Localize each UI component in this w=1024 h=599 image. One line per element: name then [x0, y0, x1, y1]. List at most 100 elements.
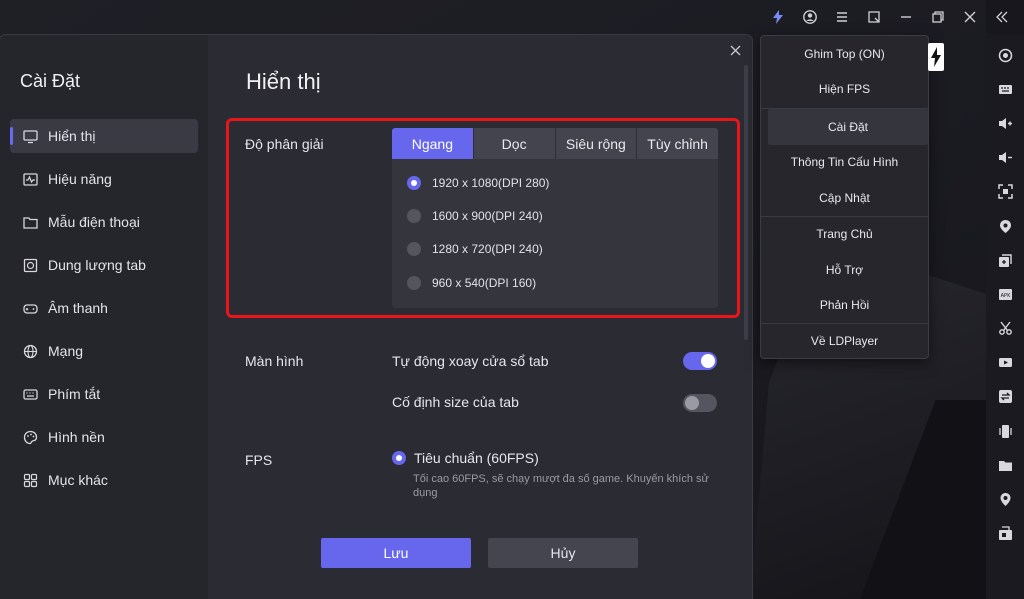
screen-label: Màn hình — [245, 353, 304, 369]
radio-selected[interactable] — [407, 176, 421, 190]
resolution-panel: Ngang Dọc Siêu rộng Tùy chỉnh 1920 x 108… — [392, 128, 718, 308]
nav-item-label: Hình nền — [48, 429, 105, 445]
close-window-icon[interactable] — [954, 1, 986, 33]
grid-icon — [22, 472, 38, 488]
keyboard-icon — [22, 386, 38, 402]
gamepad-icon — [22, 300, 38, 316]
nav-item-sound[interactable]: Âm thanh — [10, 291, 198, 325]
radio-unselected[interactable] — [407, 209, 421, 223]
close-dialog-button[interactable] — [726, 41, 744, 59]
main-menu-dropdown: Ghim Top (ON) Hiện FPS Cài Đặt Thông Tin… — [760, 35, 929, 359]
bolt-icon[interactable] — [762, 1, 794, 33]
shake-icon[interactable] — [986, 414, 1024, 448]
storage-icon — [22, 257, 38, 273]
multi-instance-icon[interactable] — [986, 243, 1024, 277]
nav-item-label: Mạng — [48, 343, 84, 359]
account-icon[interactable] — [794, 1, 826, 33]
menu-item-settings[interactable]: Cài Đặt — [768, 109, 928, 145]
resolution-option-960[interactable]: 960 x 540(DPI 160) — [407, 273, 536, 293]
virtual-location-icon[interactable] — [986, 209, 1024, 243]
radio-unselected[interactable] — [407, 242, 421, 256]
fps-standard-option[interactable]: Tiêu chuẩn (60FPS) — [392, 450, 539, 466]
nav-item-label: Dung lượng tab — [48, 257, 146, 273]
minimize-icon[interactable] — [890, 1, 922, 33]
fps-label: FPS — [245, 452, 273, 468]
fullscreen-icon[interactable] — [986, 175, 1024, 209]
menu-item-homepage[interactable]: Trang Chủ — [761, 216, 928, 252]
collapse-sidebar-icon[interactable] — [986, 1, 1018, 33]
nav-item-label: Phím tắt — [48, 386, 101, 402]
menu-item-feedback[interactable]: Phản Hồi — [761, 287, 928, 323]
menu-item-config-info[interactable]: Thông Tin Cấu Hình — [761, 144, 928, 180]
fps-hint: Tối cao 60FPS, sẽ chạy mượt đa số game. … — [413, 473, 709, 499]
scissors-icon[interactable] — [986, 312, 1024, 346]
resolution-option-label: 1600 x 900(DPI 240) — [432, 209, 543, 223]
screen-record-icon[interactable] — [986, 38, 1024, 72]
nav-item-phone-model[interactable]: Mẫu điện thoại — [10, 205, 198, 239]
folder-icon[interactable] — [986, 448, 1024, 482]
palette-icon — [22, 429, 38, 445]
volume-up-icon[interactable] — [986, 106, 1024, 140]
nav-item-shortcuts[interactable]: Phím tắt — [10, 377, 198, 411]
save-button[interactable]: Lưu — [321, 538, 471, 568]
operation-record-icon[interactable] — [986, 517, 1024, 551]
page-title: Hiển thị — [246, 69, 321, 94]
nav-item-other[interactable]: Mục khác — [10, 463, 198, 497]
radio-unselected[interactable] — [407, 276, 421, 290]
sync-icon[interactable] — [986, 380, 1024, 414]
settings-sidebar: Cài Đặt Hiển thị Hiệu năng Mẫu điện thoạ… — [0, 35, 208, 599]
resolution-option-1600[interactable]: 1600 x 900(DPI 240) — [407, 206, 543, 226]
resolution-option-label: 960 x 540(DPI 160) — [432, 276, 537, 290]
resolution-option-1920[interactable]: 1920 x 1080(DPI 280) — [407, 173, 549, 193]
right-toolbar: APK — [986, 34, 1024, 599]
menu-icon[interactable] — [826, 1, 858, 33]
boost-bolt-icon — [928, 43, 944, 71]
video-record-icon[interactable] — [986, 346, 1024, 380]
resolution-tabs: Ngang Dọc Siêu rộng Tùy chỉnh — [392, 128, 718, 159]
volume-down-icon[interactable] — [986, 141, 1024, 175]
resolution-label: Độ phân giải — [245, 136, 324, 152]
fixed-size-label: Cố định size của tab — [392, 394, 519, 410]
toggle-knob — [685, 396, 699, 410]
tab-landscape[interactable]: Ngang — [392, 128, 474, 159]
menu-item-update[interactable]: Cập Nhật — [761, 180, 928, 216]
monitor-icon — [22, 128, 38, 144]
svg-text:APK: APK — [1000, 293, 1010, 299]
tab-custom[interactable]: Tùy chỉnh — [637, 128, 718, 159]
auto-rotate-label: Tự động xoay cửa sổ tab — [392, 353, 549, 369]
menu-item-support[interactable]: Hỗ Trợ — [761, 252, 928, 288]
settings-title: Cài Đặt — [20, 71, 81, 91]
fixed-size-toggle[interactable] — [683, 394, 717, 412]
keyboard-mapping-icon[interactable] — [986, 72, 1024, 106]
nav-item-performance[interactable]: Hiệu năng — [10, 162, 198, 196]
nav-item-wallpaper[interactable]: Hình nền — [10, 420, 198, 454]
radio-selected[interactable] — [392, 451, 406, 465]
nav-item-label: Hiển thị — [48, 128, 96, 144]
apk-install-icon[interactable]: APK — [986, 277, 1024, 311]
resolution-option-label: 1920 x 1080(DPI 280) — [432, 176, 550, 190]
menu-item-show-fps[interactable]: Hiện FPS — [761, 71, 928, 107]
performance-icon — [22, 171, 38, 187]
nav-item-storage[interactable]: Dung lượng tab — [10, 248, 198, 282]
nav-item-network[interactable]: Mạng — [10, 334, 198, 368]
content-scrollbar[interactable] — [744, 65, 748, 340]
nav-item-display[interactable]: Hiển thị — [10, 119, 198, 153]
resolution-option-label: 1280 x 720(DPI 240) — [432, 242, 543, 256]
location-pin-icon[interactable] — [986, 482, 1024, 516]
tab-portrait[interactable]: Dọc — [473, 128, 556, 159]
settings-dialog: Cài Đặt Hiển thị Hiệu năng Mẫu điện thoạ… — [0, 35, 752, 599]
resolution-option-1280[interactable]: 1280 x 720(DPI 240) — [407, 239, 543, 259]
tab-ultrawide[interactable]: Siêu rộng — [555, 128, 638, 159]
window-mode-icon[interactable] — [858, 1, 890, 33]
globe-icon — [22, 343, 38, 359]
title-bar — [0, 0, 1024, 34]
menu-item-about[interactable]: Về LDPlayer — [761, 323, 928, 359]
nav-item-label: Âm thanh — [48, 300, 108, 316]
restore-icon[interactable] — [922, 1, 954, 33]
nav-item-label: Mục khác — [48, 472, 108, 488]
menu-item-pin-top[interactable]: Ghim Top (ON) — [761, 36, 928, 72]
toggle-knob — [701, 354, 715, 368]
settings-content: Hiển thị Độ phân giải Ngang Dọc Siêu rộn… — [208, 35, 752, 599]
auto-rotate-toggle[interactable] — [683, 352, 717, 370]
cancel-button[interactable]: Hủy — [488, 538, 638, 568]
